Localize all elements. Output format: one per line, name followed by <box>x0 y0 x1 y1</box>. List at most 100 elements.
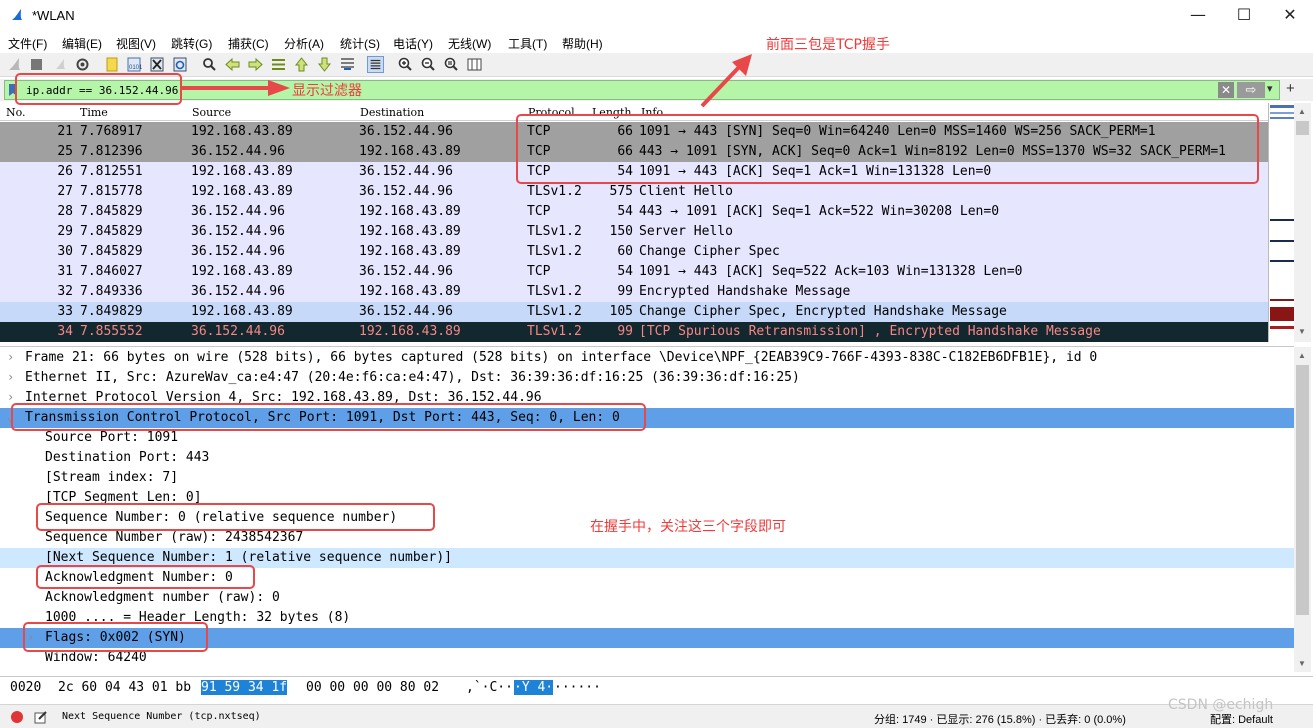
detail-line[interactable]: › Ethernet II, Src: AzureWav_ca:e4:47 (20… <box>0 368 1294 388</box>
packet-row[interactable]: 28 7.845829 36.152.44.96 192.168.43.89 TCP 54… <box>0 202 1268 222</box>
scroll-down-icon[interactable]: ▼ <box>1298 659 1306 668</box>
packet-list-minimap[interactable] <box>1268 103 1294 342</box>
detail-text: [TCP Segment Len: 0] <box>45 490 202 505</box>
collapse-arrow-icon[interactable]: ⌄ <box>7 410 14 424</box>
packet-list-header: No. Time Source Destination Protocol Len… <box>0 103 1268 121</box>
expand-arrow-icon[interactable]: › <box>27 630 34 644</box>
status-profile[interactable]: 配置: Default <box>1210 711 1273 727</box>
zoom-in-icon[interactable] <box>397 56 414 73</box>
open-icon[interactable] <box>104 56 121 73</box>
detail-line[interactable]: ⌄ Transmission Control Protocol, Src Port… <box>0 408 1294 428</box>
bytes-ascii-selected[interactable]: ·Y 4· <box>514 680 554 695</box>
apply-filter-button[interactable]: ⇨ <box>1237 82 1265 98</box>
menu-view[interactable]: 视图(V) <box>116 35 156 52</box>
bytes-hex-prefix[interactable]: 2c 60 04 43 01 bb <box>58 680 191 695</box>
scroll-thumb[interactable] <box>1296 121 1309 135</box>
zoom-reset-icon[interactable] <box>443 56 460 73</box>
shark-fin-start-icon[interactable] <box>6 56 23 73</box>
filter-history-dropdown-icon[interactable]: ▾ <box>1267 82 1273 95</box>
edit-comment-icon[interactable] <box>34 710 48 724</box>
detail-line[interactable]: › Flags: 0x002 (SYN) <box>0 628 1294 648</box>
detail-line[interactable]: Destination Port: 443 <box>0 448 1294 468</box>
expand-arrow-icon[interactable]: › <box>7 350 14 364</box>
goto-icon[interactable] <box>270 56 287 73</box>
bookmark-icon[interactable] <box>7 83 19 97</box>
packet-row[interactable]: 31 7.846027 192.168.43.89 36.152.44.96 TCP 54… <box>0 262 1268 282</box>
detail-line[interactable]: Acknowledgment number (raw): 0 <box>0 588 1294 608</box>
packet-row[interactable]: 32 7.849336 36.152.44.96 192.168.43.89 TLSv1… <box>0 282 1268 302</box>
scroll-up-icon[interactable]: ▲ <box>1298 351 1306 360</box>
column-header-time[interactable]: Time <box>80 106 108 119</box>
maximize-button[interactable]: ☐ <box>1221 0 1267 31</box>
packet-row[interactable]: 30 7.845829 36.152.44.96 192.168.43.89 TLSv1… <box>0 242 1268 262</box>
packet-row[interactable]: 29 7.845829 36.152.44.96 192.168.43.89 TLSv1… <box>0 222 1268 242</box>
autoscroll-icon[interactable] <box>339 56 356 73</box>
stop-icon[interactable] <box>28 56 45 73</box>
last-icon[interactable] <box>316 56 333 73</box>
menu-edit[interactable]: 编辑(E) <box>62 35 102 52</box>
packet-list-scrollbar[interactable]: ▲ ▼ <box>1294 103 1311 342</box>
packet-row[interactable]: 21 7.768917 192.168.43.89 36.152.44.96 TCP 66… <box>0 122 1268 142</box>
first-icon[interactable] <box>293 56 310 73</box>
detail-text: Transmission Control Protocol, Src Port:… <box>25 410 620 425</box>
cell-dst: 36.152.44.96 <box>359 264 453 279</box>
detail-line[interactable]: [TCP Segment Len: 0] <box>0 488 1294 508</box>
packet-row[interactable]: 34 7.855552 36.152.44.96 192.168.43.89 TLSv1… <box>0 322 1268 342</box>
scroll-down-icon[interactable]: ▼ <box>1298 327 1306 336</box>
zoom-out-icon[interactable] <box>420 56 437 73</box>
detail-line[interactable]: Acknowledgment Number: 0 <box>0 568 1294 588</box>
menu-go[interactable]: 跳转(G) <box>171 35 212 52</box>
packet-row[interactable]: 33 7.849829 192.168.43.89 36.152.44.96 TLSv1… <box>0 302 1268 322</box>
bytes-ascii-suffix[interactable]: ······ <box>554 680 601 695</box>
detail-line[interactable]: [Stream index: 7] <box>0 468 1294 488</box>
column-header-no[interactable]: No. <box>6 106 26 119</box>
menu-analyze[interactable]: 分析(A) <box>284 35 324 52</box>
find-icon[interactable] <box>201 56 218 73</box>
detail-line[interactable]: › Internet Protocol Version 4, Src: 192.1… <box>0 388 1294 408</box>
expert-info-icon[interactable] <box>10 710 24 724</box>
packet-row[interactable]: 27 7.815778 192.168.43.89 36.152.44.96 TLSv1… <box>0 182 1268 202</box>
detail-line[interactable]: Source Port: 1091 <box>0 428 1294 448</box>
detail-line[interactable]: Window: 64240 <box>0 648 1294 668</box>
bytes-hex-suffix[interactable]: 00 00 00 00 80 02 <box>306 680 439 695</box>
cell-len: 105 <box>609 304 633 319</box>
menu-statistics[interactable]: 统计(S) <box>340 35 380 52</box>
menu-help[interactable]: 帮助(H) <box>562 35 603 52</box>
display-filter-text[interactable]: ip.addr == 36.152.44.96 <box>26 84 178 97</box>
back-icon[interactable] <box>224 56 241 73</box>
restart-icon[interactable] <box>52 56 69 73</box>
column-header-info[interactable]: Info <box>641 106 663 119</box>
menu-capture[interactable]: 捕获(C) <box>228 35 269 52</box>
column-header-destination[interactable]: Destination <box>360 106 424 119</box>
menu-wireless[interactable]: 无线(W) <box>448 35 491 52</box>
bytes-hex-selected[interactable]: 91 59 34 1f <box>201 680 288 695</box>
add-filter-button[interactable]: + <box>1286 80 1295 97</box>
column-header-length[interactable]: Length <box>592 106 631 119</box>
packet-row[interactable]: 25 7.812396 36.152.44.96 192.168.43.89 TCP 66… <box>0 142 1268 162</box>
resize-columns-icon[interactable] <box>466 56 483 73</box>
clear-filter-icon[interactable]: ✕ <box>1218 82 1234 98</box>
detail-line[interactable]: 1000 .... = Header Length: 32 bytes (8) <box>0 608 1294 628</box>
close-file-icon[interactable] <box>149 56 166 73</box>
close-button[interactable]: ✕ <box>1267 0 1313 31</box>
bytes-ascii-prefix[interactable]: ,`·C·· <box>466 680 513 695</box>
detail-line[interactable]: › Frame 21: 66 bytes on wire (528 bits), … <box>0 348 1294 368</box>
column-header-source[interactable]: Source <box>192 106 231 119</box>
scroll-thumb[interactable] <box>1296 365 1309 615</box>
scroll-up-icon[interactable]: ▲ <box>1298 107 1306 116</box>
menu-tools[interactable]: 工具(T) <box>508 35 547 52</box>
forward-icon[interactable] <box>247 56 264 73</box>
details-scrollbar[interactable]: ▲ ▼ <box>1294 347 1311 672</box>
expand-arrow-icon[interactable]: › <box>7 370 14 384</box>
packet-row[interactable]: 26 7.812551 192.168.43.89 36.152.44.96 TCP 54… <box>0 162 1268 182</box>
options-icon[interactable] <box>74 56 91 73</box>
expand-arrow-icon[interactable]: › <box>7 390 14 404</box>
save-icon[interactable]: 0101 <box>126 56 143 73</box>
colorize-icon[interactable] <box>367 56 384 73</box>
menu-telephony[interactable]: 电话(Y) <box>393 35 433 52</box>
minimize-button[interactable]: — <box>1175 0 1221 31</box>
menu-file[interactable]: 文件(F) <box>8 35 47 52</box>
column-header-protocol[interactable]: Protocol <box>528 106 575 119</box>
detail-line[interactable]: [Next Sequence Number: 1 (relative seque… <box>0 548 1294 568</box>
reload-icon[interactable] <box>172 56 189 73</box>
